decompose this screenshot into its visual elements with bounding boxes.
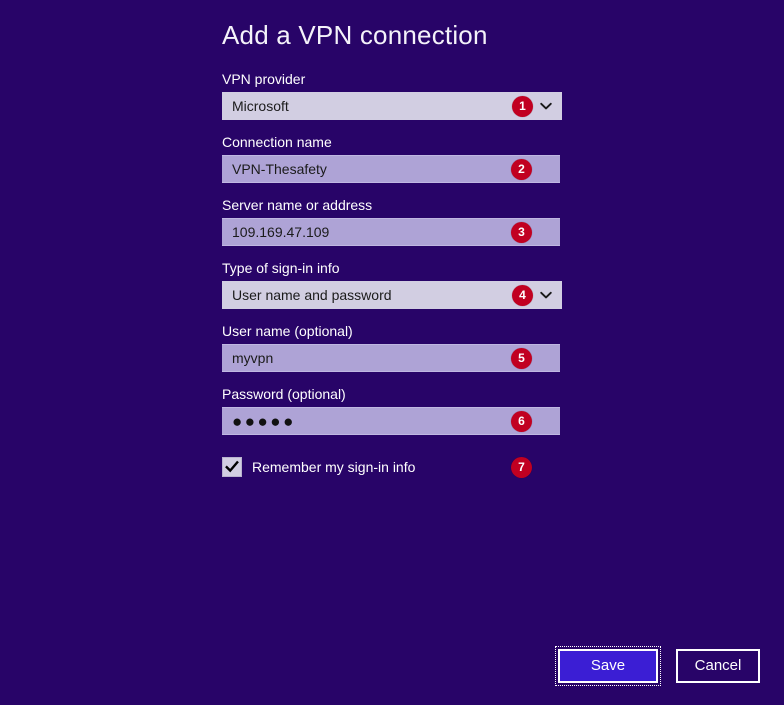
label-password: Password (optional) — [222, 386, 346, 402]
label-server-name: Server name or address — [222, 197, 373, 213]
add-vpn-connection-dialog: Add a VPN connection VPN provider Micros… — [0, 0, 784, 705]
remember-sign-in-row: Remember my sign-in info 7 — [222, 456, 562, 481]
sign-in-info-type-value: User name and password — [232, 287, 392, 303]
field-password: Password (optional) ●●●●● 6 — [222, 385, 562, 435]
chevron-down-icon — [539, 99, 553, 113]
check-icon — [225, 460, 239, 473]
user-name-input[interactable]: myvpn — [222, 344, 560, 372]
step-badge-5: 5 — [511, 347, 532, 369]
step-badge-4: 4 — [512, 284, 533, 306]
connection-name-value: VPN-Thesafety — [232, 161, 327, 177]
vpn-form: VPN provider Microsoft 1 Connection name… — [222, 70, 562, 481]
label-vpn-provider: VPN provider — [222, 71, 306, 87]
control-password: ●●●●● 6 — [222, 407, 562, 435]
cancel-button[interactable]: Cancel — [676, 649, 760, 683]
label-sign-in-info-type: Type of sign-in info — [222, 260, 340, 276]
step-badge-3: 3 — [511, 221, 532, 243]
save-button[interactable]: Save — [555, 646, 661, 686]
remember-sign-in-checkbox[interactable] — [222, 457, 242, 477]
field-vpn-provider: VPN provider Microsoft 1 — [222, 70, 562, 120]
label-user-name: User name (optional) — [222, 323, 353, 339]
step-badge-1: 1 — [512, 95, 533, 117]
field-server-name: Server name or address 109.169.47.109 3 — [222, 196, 562, 246]
remember-sign-in-label: Remember my sign-in info — [252, 459, 416, 475]
label-connection-name: Connection name — [222, 134, 332, 150]
step-badge-2: 2 — [511, 158, 532, 180]
step-badge-6: 6 — [511, 410, 532, 432]
sign-in-info-type-select[interactable]: User name and password — [222, 281, 562, 309]
vpn-provider-value: Microsoft — [232, 98, 289, 114]
page-title: Add a VPN connection — [222, 20, 488, 50]
field-sign-in-info-type: Type of sign-in info User name and passw… — [222, 259, 562, 309]
control-sign-in-info-type: User name and password 4 — [222, 281, 562, 309]
control-user-name: myvpn 5 — [222, 344, 562, 372]
connection-name-input[interactable]: VPN-Thesafety — [222, 155, 560, 183]
password-value: ●●●●● — [232, 412, 296, 430]
control-connection-name: VPN-Thesafety 2 — [222, 155, 562, 183]
step-badge-7: 7 — [511, 456, 532, 478]
vpn-provider-select[interactable]: Microsoft — [222, 92, 562, 120]
server-name-input[interactable]: 109.169.47.109 — [222, 218, 560, 246]
server-name-value: 109.169.47.109 — [232, 224, 330, 240]
field-user-name: User name (optional) myvpn 5 — [222, 322, 562, 372]
chevron-down-icon — [539, 288, 553, 302]
field-connection-name: Connection name VPN-Thesafety 2 — [222, 133, 562, 183]
password-input[interactable]: ●●●●● — [222, 407, 560, 435]
control-vpn-provider: Microsoft 1 — [222, 92, 562, 120]
control-server-name: 109.169.47.109 3 — [222, 218, 562, 246]
user-name-value: myvpn — [232, 350, 274, 366]
dialog-footer: Save Cancel — [0, 644, 784, 688]
